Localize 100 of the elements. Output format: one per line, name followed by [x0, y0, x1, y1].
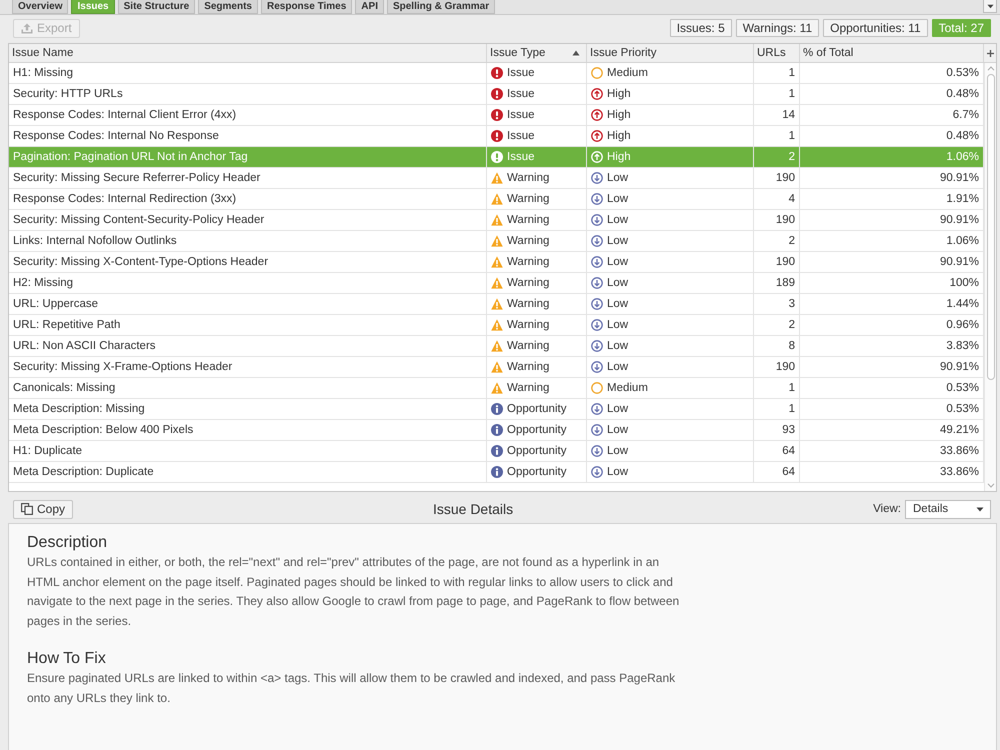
table-row[interactable]: Security: Missing X-Frame-Options Header Warning Low 190 90.91% [9, 357, 984, 378]
table-cell: 189 [754, 273, 800, 293]
issue-priority-label: Low [607, 466, 628, 478]
arrow-down-circle-icon [591, 403, 603, 415]
issue-type-label: Warning [507, 214, 550, 226]
arrow-down-circle-icon [591, 172, 603, 184]
table-row[interactable]: H1: Duplicate Opportunity Low 64 33.86% [9, 441, 984, 462]
table-row[interactable]: Response Codes: Internal Client Error (4xx) Issue High 14 6.7% [9, 105, 984, 126]
issue-priority-label: Medium [607, 67, 648, 79]
arrow-down-circle-icon [591, 340, 603, 352]
tab[interactable]: Spelling & Grammar [386, 0, 496, 14]
column-header[interactable]: Issue Priority [587, 44, 754, 62]
arrow-down-circle-icon [591, 256, 603, 268]
table-row[interactable]: Response Codes: Internal No Response Issue High 1 0.48% [9, 126, 984, 147]
filter-button[interactable]: Issues: 5 [670, 19, 732, 37]
table-cell: 1 [754, 63, 800, 83]
issue-type-label: Issue [507, 67, 534, 79]
arrow-down-circle-icon [591, 466, 603, 478]
table-cell: Response Codes: Internal Client Error (4xx) [9, 105, 487, 125]
filter-button[interactable]: Opportunities: 11 [823, 19, 928, 37]
tab[interactable]: Response Times [261, 0, 352, 14]
table-row[interactable]: URL: Repetitive Path Warning Low 2 0.96% [9, 315, 984, 336]
copy-icon [21, 503, 33, 515]
ring-icon [591, 382, 603, 394]
tab[interactable]: Segments [198, 0, 258, 14]
warning-icon [491, 235, 503, 247]
issue-type-label: Issue [507, 151, 534, 163]
table-row[interactable]: URL: Uppercase Warning Low 3 1.44% [9, 294, 984, 315]
issue-type-label: Warning [507, 193, 550, 205]
view-label: View: [873, 503, 901, 515]
tab[interactable]: API [355, 0, 384, 14]
copy-button[interactable]: Copy [13, 500, 74, 518]
info-icon [491, 424, 503, 436]
scroll-up-icon[interactable] [986, 66, 994, 71]
scrollbar-thumb[interactable] [986, 74, 994, 380]
warning-icon [491, 340, 503, 352]
tab[interactable]: Overview [12, 0, 68, 14]
table-row[interactable]: Security: Missing Content-Security-Policy Header Warning Low 190 90.91% [9, 210, 984, 231]
table-row[interactable]: H2: Missing Warning Low 189 100% [9, 273, 984, 294]
issue-priority-label: Low [607, 298, 628, 310]
arrow-down-circle-icon [591, 277, 603, 289]
view-dropdown[interactable]: Details [905, 500, 991, 518]
table-row[interactable]: H1: Missing Issue Medium 1 0.53% [9, 63, 984, 84]
table-row[interactable]: URL: Non ASCII Characters Warning Low 8 3.83% [9, 336, 984, 357]
table-cell: URL: Repetitive Path [9, 315, 487, 335]
ring-icon [591, 67, 603, 79]
filter-button[interactable]: Warnings: 11 [736, 19, 820, 37]
issue-priority-label: Low [607, 403, 628, 415]
column-header[interactable]: URLs [754, 44, 800, 62]
column-header[interactable]: % of Total [800, 44, 984, 62]
info-icon [491, 466, 503, 478]
issue-priority-label: High [607, 151, 631, 163]
table-row[interactable]: Canonicals: Missing Warning Medium 1 0.53% [9, 378, 984, 399]
warning-icon [491, 193, 503, 205]
table-cell: Security: Missing X-Frame-Options Header [9, 357, 487, 377]
table-cell: 64 [754, 462, 800, 482]
table-row[interactable]: Meta Description: Below 400 Pixels Opportunity Low 93 49.21% [9, 420, 984, 441]
tab[interactable]: Site Structure [118, 0, 196, 14]
caret-icon [976, 506, 984, 512]
table-row[interactable]: Meta Description: Missing Opportunity Low 1 0.53% [9, 399, 984, 420]
table-row[interactable]: Meta Description: Duplicate Opportunity Low 64 33.86% [9, 462, 984, 483]
issue-priority-label: High [607, 88, 631, 100]
scroll-down-icon[interactable] [986, 483, 994, 488]
plus-icon [986, 50, 994, 56]
table-row[interactable]: Links: Internal Nofollow Outlinks Warning Low 2 1.06% [9, 231, 984, 252]
issue-type-label: Warning [507, 340, 550, 352]
issue-priority-label: Low [607, 256, 628, 268]
exclamation-circle-icon [491, 109, 503, 121]
section-text: URLs contained in either, or both, the rel="next" and rel="prev" attributes of the page, are not found as a hyperlink in an HTML anchor element on the page itself. Paginated pages should be linked to with regular links to allow users to click and navigate to the next page in the series. They also allow Google to crawl from page to page, and PageRank to flow between pages in the series. [27, 554, 680, 630]
issue-type-label: Warning [507, 361, 550, 373]
table-cell: 2 [754, 147, 800, 167]
arrow-down-circle-icon [591, 193, 603, 205]
arrow-down-circle-icon [591, 424, 603, 436]
table-row[interactable]: Security: HTTP URLs Issue High 1 0.48% [9, 84, 984, 105]
arrow-down-circle-icon [591, 298, 603, 310]
issue-type-label: Warning [507, 319, 550, 331]
column-header[interactable]: Issue Type [487, 44, 587, 62]
warning-icon [491, 361, 503, 373]
warning-icon [491, 298, 503, 310]
arrow-down-circle-icon [591, 319, 603, 331]
column-header[interactable]: Issue Name [9, 44, 487, 62]
issue-priority-label: Low [607, 340, 628, 352]
arrow-up-circle-icon [591, 88, 603, 100]
scrollbar-track[interactable] [984, 63, 996, 491]
table-cell: Meta Description: Missing [9, 399, 487, 419]
table-row[interactable]: Response Codes: Internal Redirection (3xx) Warning Low 4 1.91% [9, 189, 984, 210]
issue-type-label: Opportunity [507, 424, 566, 436]
issue-type-label: Opportunity [507, 403, 566, 415]
table-cell: Security: HTTP URLs [9, 84, 487, 104]
warning-icon [491, 382, 503, 394]
table-row[interactable]: Security: Missing Secure Referrer-Policy Header Warning Low 190 90.91% [9, 168, 984, 189]
table-cell: 4 [754, 189, 800, 209]
issue-priority-label: Low [607, 424, 628, 436]
table-cell: Meta Description: Below 400 Pixels [9, 420, 487, 440]
table-cell: 8 [754, 336, 800, 356]
table-row[interactable]: Security: Missing X-Content-Type-Options Header Warning Low 190 90.91% [9, 252, 984, 273]
tab-menu-button[interactable] [983, 0, 997, 13]
arrow-up-circle-icon [591, 151, 603, 163]
upload-icon [21, 22, 33, 34]
arrow-up-circle-icon [591, 130, 603, 142]
